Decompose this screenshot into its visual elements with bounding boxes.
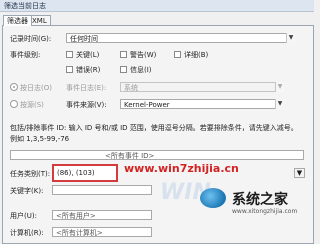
level-warning-checkbox[interactable] bbox=[120, 51, 127, 58]
user-placeholder: <所有用户> bbox=[56, 212, 96, 220]
event-ids-placeholder: <所有事件 ID> bbox=[105, 152, 155, 160]
task-category-value: (86), (103) bbox=[57, 169, 95, 177]
tab-filter[interactable]: 筛选器 bbox=[3, 15, 32, 26]
watermark-url: www.win7zhijia.cn bbox=[124, 162, 239, 175]
logged-dropdown-arrow-icon[interactable]: ▼ bbox=[286, 33, 295, 43]
by-log-label: 按日志(O) bbox=[20, 84, 52, 92]
event-source-dropdown-arrow-icon[interactable]: ▼ bbox=[275, 99, 284, 109]
by-source-label: 按源(S) bbox=[20, 101, 44, 109]
level-info-label: 信息(I) bbox=[130, 66, 152, 74]
level-critical-checkbox[interactable] bbox=[66, 51, 73, 58]
windows-logo-icon bbox=[200, 188, 226, 208]
logged-value: 任何时间 bbox=[70, 35, 98, 43]
task-category-field[interactable]: (86), (103) bbox=[52, 164, 118, 182]
level-info-checkbox[interactable] bbox=[120, 66, 127, 73]
logged-label: 记录时间(G): bbox=[10, 35, 52, 43]
event-source-label: 事件来源(V): bbox=[66, 101, 107, 109]
level-verbose-checkbox[interactable] bbox=[174, 51, 181, 58]
logged-select[interactable]: 任何时间 bbox=[66, 33, 295, 43]
task-category-label: 任务类别(T): bbox=[10, 170, 51, 178]
level-warning-label: 警告(W) bbox=[130, 51, 157, 59]
level-error-checkbox[interactable] bbox=[66, 66, 73, 73]
user-field[interactable]: <所有用户> bbox=[52, 210, 152, 220]
watermark-brand: 系统之家 bbox=[232, 192, 288, 208]
event-source-value: Kernel-Power bbox=[124, 101, 170, 109]
computer-placeholder: <所有计算机> bbox=[56, 229, 103, 237]
event-source-field[interactable]: Kernel-Power bbox=[120, 99, 284, 109]
event-id-help-text: 包括/排除事件 ID: 输入 ID 号和/或 ID 范围，使用逗号分隔。若要排除… bbox=[10, 124, 298, 143]
event-ids-field[interactable]: <所有事件 ID> bbox=[10, 150, 304, 160]
level-label: 事件级别: bbox=[10, 51, 41, 59]
user-label: 用户(U): bbox=[10, 212, 37, 220]
event-log-dropdown-arrow-icon[interactable]: ▼ bbox=[275, 82, 284, 92]
window-title: 筛选当前日志 bbox=[4, 2, 46, 10]
watermark-small-url: www.xitongzhijia.com bbox=[232, 208, 298, 215]
computer-label: 计算机(R): bbox=[10, 229, 44, 237]
level-verbose-label: 详细(B) bbox=[184, 51, 209, 59]
title-bar bbox=[0, 0, 314, 12]
event-log-value: 系统 bbox=[124, 84, 138, 92]
by-log-radio[interactable] bbox=[10, 83, 18, 91]
keywords-field[interactable] bbox=[52, 185, 152, 195]
by-source-radio[interactable] bbox=[10, 100, 18, 108]
level-error-label: 错误(R) bbox=[76, 66, 101, 74]
computer-field[interactable]: <所有计算机> bbox=[52, 227, 152, 237]
event-log-field[interactable]: 系统 bbox=[120, 82, 284, 92]
keywords-label: 关键字(K): bbox=[10, 187, 44, 195]
task-category-dropdown-arrow-icon[interactable]: ▼ bbox=[294, 168, 305, 178]
event-log-label: 事件日志(E): bbox=[66, 84, 107, 92]
level-critical-label: 关键(L) bbox=[76, 51, 100, 59]
